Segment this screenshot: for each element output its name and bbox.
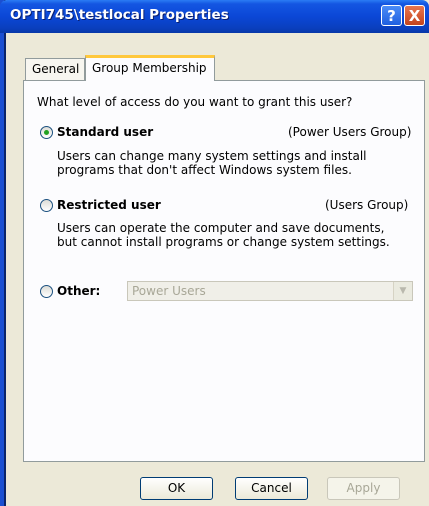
- help-icon: ?: [387, 7, 396, 25]
- other-radio[interactable]: [40, 285, 53, 298]
- description-line: but cannot install programs or change sy…: [57, 235, 390, 249]
- apply-button[interactable]: Apply: [327, 477, 400, 500]
- other-group-dropdown[interactable]: Power Users ▼: [127, 281, 413, 301]
- access-prompt: What level of access do you want to gran…: [37, 95, 353, 109]
- properties-dialog: OPTI745\testlocal Properties ? X General…: [0, 0, 429, 506]
- restricted-user-label[interactable]: Restricted user: [57, 198, 161, 212]
- restricted-user-group: (Users Group): [325, 198, 409, 212]
- description-line: Users can operate the computer and save …: [57, 221, 385, 235]
- cancel-button[interactable]: Cancel: [235, 477, 308, 500]
- tab-group-membership[interactable]: Group Membership: [85, 55, 215, 81]
- help-button[interactable]: ?: [381, 5, 402, 26]
- tab-general[interactable]: General: [25, 58, 85, 80]
- window-title: OPTI745\testlocal Properties: [10, 7, 229, 23]
- standard-user-group: (Power Users Group): [288, 125, 412, 139]
- close-button[interactable]: X: [404, 5, 425, 26]
- standard-user-label[interactable]: Standard user: [57, 125, 153, 139]
- title-bar[interactable]: OPTI745\testlocal Properties ? X: [0, 0, 429, 33]
- description-line: programs that don't affect Windows syste…: [57, 163, 352, 177]
- standard-user-radio[interactable]: [40, 126, 53, 139]
- restricted-user-radio[interactable]: [40, 199, 53, 212]
- window-edge: [0, 0, 6, 506]
- description-line: Users can change many system settings an…: [57, 149, 367, 163]
- restricted-user-description: Users can operate the computer and save …: [57, 221, 417, 249]
- chevron-down-icon[interactable]: ▼: [393, 282, 412, 300]
- ok-button[interactable]: OK: [140, 477, 213, 500]
- standard-user-description: Users can change many system settings an…: [57, 149, 417, 177]
- close-icon: X: [408, 7, 421, 25]
- other-label[interactable]: Other:: [57, 284, 100, 298]
- dropdown-value: Power Users: [132, 284, 206, 298]
